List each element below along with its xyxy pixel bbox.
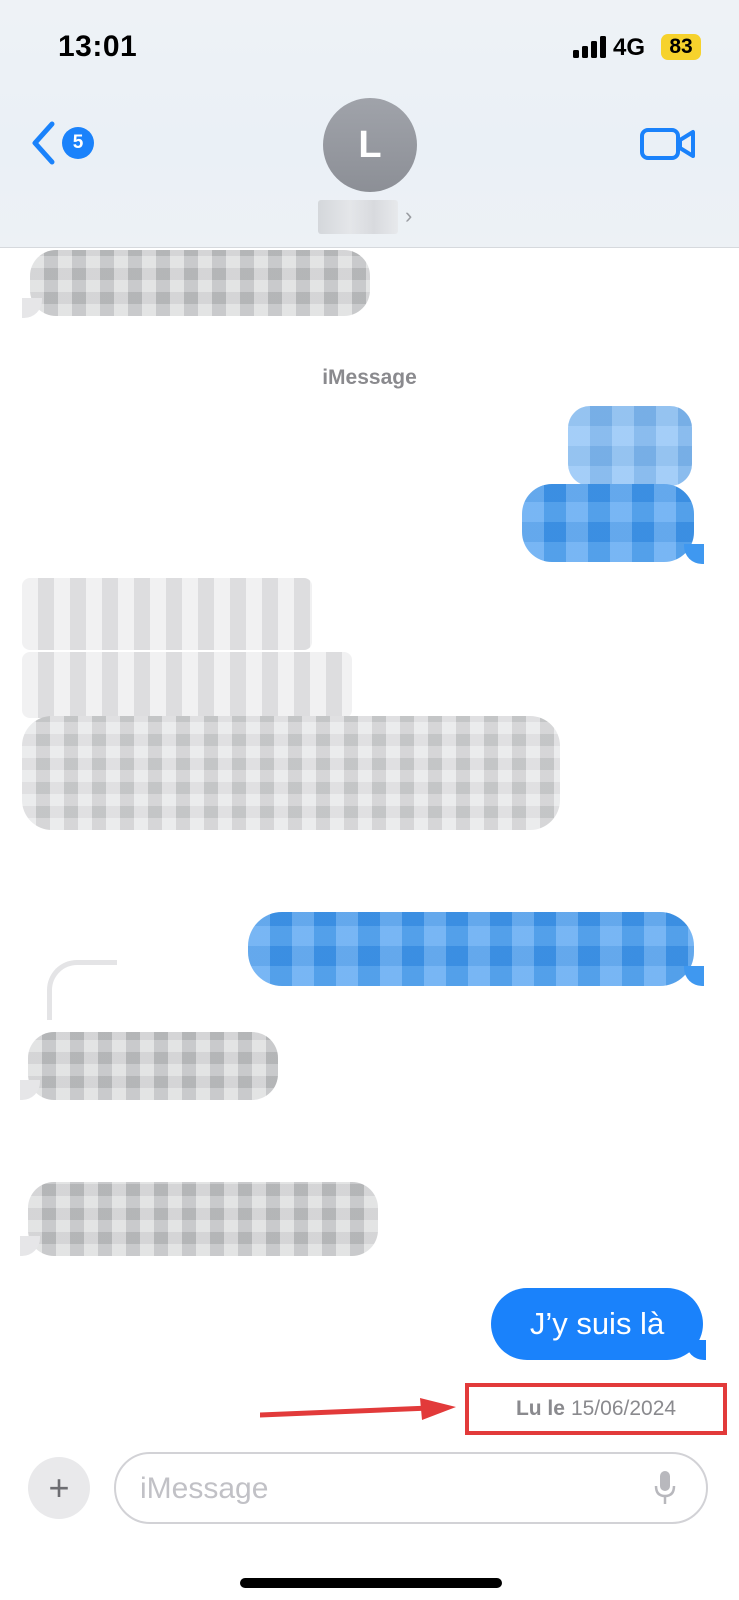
received-message-redacted[interactable] — [22, 652, 352, 718]
bubble-tail — [686, 1340, 706, 1360]
back-button[interactable]: 5 — [30, 118, 100, 168]
received-message-redacted[interactable] — [28, 1032, 278, 1100]
message-input[interactable]: iMessage — [114, 1452, 708, 1524]
bubble-tail — [684, 544, 704, 564]
video-call-icon[interactable] — [640, 124, 696, 164]
bubble-tail — [20, 1236, 40, 1256]
received-message-redacted[interactable] — [22, 716, 560, 830]
network-type: 4G — [613, 34, 646, 61]
message-input-placeholder: iMessage — [140, 1472, 269, 1505]
bubble-tail — [22, 298, 42, 318]
received-message-redacted[interactable] — [30, 250, 370, 316]
sent-message-redacted[interactable] — [522, 484, 694, 562]
status-time: 13:01 — [58, 30, 138, 63]
reply-thread-line — [47, 960, 117, 1020]
received-message-redacted[interactable] — [22, 578, 312, 650]
cellular-signal-icon — [573, 36, 609, 58]
microphone-icon[interactable] — [654, 1470, 676, 1506]
read-receipt: Lu le 15/06/2024 — [465, 1383, 727, 1435]
service-label: iMessage — [322, 366, 417, 389]
conversation-header: 13:01 4G 83 5 L › — [0, 0, 739, 248]
sent-message-redacted[interactable] — [248, 912, 694, 986]
chevron-right-icon: › — [405, 203, 413, 228]
read-receipt-label: Lu le — [515, 1397, 565, 1420]
sent-message-redacted[interactable] — [568, 406, 692, 486]
battery-icon: 83 — [661, 34, 701, 60]
sent-message-last[interactable]: J’y suis là — [491, 1288, 703, 1360]
unread-badge: 5 — [62, 127, 94, 159]
plus-button[interactable]: + — [28, 1457, 90, 1519]
received-message-redacted[interactable] — [28, 1182, 378, 1256]
contact-name-redacted[interactable] — [318, 200, 398, 234]
chevron-left-icon — [32, 121, 55, 165]
bubble-tail — [20, 1080, 40, 1100]
contact-avatar[interactable]: L — [323, 98, 417, 192]
read-receipt-date: 15/06/2024 — [570, 1397, 677, 1420]
home-indicator — [240, 1578, 502, 1588]
red-arrow-icon — [260, 1398, 456, 1420]
bubble-tail — [684, 966, 704, 986]
